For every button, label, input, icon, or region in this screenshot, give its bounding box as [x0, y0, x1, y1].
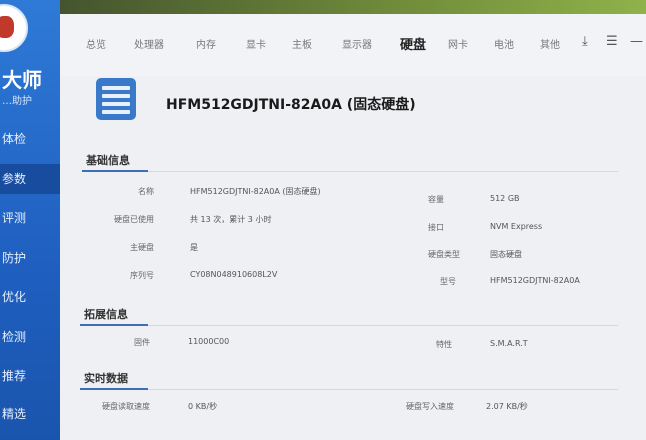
tab-other[interactable]: 其他	[540, 36, 560, 51]
capacity-value: 512 GB	[490, 194, 520, 203]
serial-label: 序列号	[130, 271, 154, 280]
section-extended-info: 拓展信息	[84, 308, 128, 321]
model-value: HFM512GDJTNI-82A0A	[490, 276, 580, 285]
feature-label: 特性	[436, 340, 452, 349]
serial-value: CY08N048910608L2V	[190, 270, 278, 279]
read-speed-label: 硬盘读取速度	[102, 402, 150, 411]
section-basic-info: 基础信息	[86, 154, 130, 167]
write-speed-value: 2.07 KB/秒	[486, 402, 528, 411]
hard-disk-icon	[96, 78, 136, 120]
model-label: 型号	[440, 277, 456, 286]
name-label: 名称	[138, 187, 154, 196]
tab-memory[interactable]: 内存	[196, 36, 216, 51]
tab-motherboard[interactable]: 主板	[292, 36, 312, 51]
menu-icon[interactable]: ☰	[606, 34, 618, 49]
sidebar-item-protect[interactable]: 防护	[0, 243, 60, 273]
section-underline	[82, 170, 148, 172]
read-speed-value: 0 KB/秒	[188, 402, 218, 411]
write-speed-label: 硬盘写入速度	[406, 402, 454, 411]
tab-cpu[interactable]: 处理器	[134, 36, 164, 51]
capacity-label: 容量	[428, 195, 444, 204]
desktop-background	[0, 0, 646, 14]
sidebar: 大师 …助护 体检 参数 评测 防护 优化 检测 推荐 精选	[0, 0, 60, 440]
section-realtime-data: 实时数据	[84, 372, 128, 385]
tab-network[interactable]: 网卡	[448, 36, 468, 51]
sidebar-item-featured[interactable]: 精选	[0, 399, 60, 429]
section-underline	[80, 388, 148, 390]
firmware-value: 11000C00	[188, 337, 230, 346]
sidebar-item-recommend[interactable]: 推荐	[0, 361, 60, 391]
device-title: HFM512GDJTNI-82A0A (固态硬盘)	[166, 97, 416, 113]
name-value: HFM512GDJTNI-82A0A (固态硬盘)	[190, 187, 321, 196]
sidebar-item-params[interactable]: 参数	[0, 164, 60, 194]
sidebar-item-detect[interactable]: 检测	[0, 322, 60, 352]
interface-label: 接口	[428, 223, 444, 232]
sidebar-item-checkup[interactable]: 体检	[0, 124, 60, 154]
used-label: 硬盘已使用	[114, 215, 154, 224]
sidebar-item-benchmark[interactable]: 评测	[0, 203, 60, 233]
app-brand-sub: …助护	[2, 96, 32, 107]
sidebar-item-optimize[interactable]: 优化	[0, 282, 60, 312]
download-icon[interactable]: ⤓	[582, 34, 588, 49]
divider	[148, 171, 618, 172]
divider	[148, 325, 618, 326]
interface-value: NVM Express	[490, 222, 543, 231]
app-window: 大师 …助护 体检 参数 评测 防护 优化 检测 推荐 精选 总览 处理器 内存…	[0, 0, 646, 440]
tab-disk[interactable]: 硬盘	[400, 34, 426, 53]
firmware-label: 固件	[134, 338, 150, 347]
tab-overview[interactable]: 总览	[86, 36, 106, 51]
app-brand: 大师	[2, 68, 42, 92]
app-logo-icon	[0, 4, 28, 52]
top-tab-bar: 总览 处理器 内存 显卡 主板 显示器 硬盘 网卡 电池 其他 ⤓ ☰ —	[60, 14, 646, 76]
tab-monitor[interactable]: 显示器	[342, 36, 372, 51]
tab-gpu[interactable]: 显卡	[246, 36, 266, 51]
disk-type-value: 固态硬盘	[490, 250, 522, 259]
tab-battery[interactable]: 电池	[494, 36, 514, 51]
disk-type-label: 硬盘类型	[428, 250, 460, 259]
section-underline	[80, 324, 148, 326]
divider	[148, 389, 618, 390]
minimize-icon[interactable]: —	[630, 34, 643, 49]
feature-value: S.M.A.R.T	[490, 339, 528, 348]
primary-disk-value: 是	[190, 243, 198, 252]
primary-disk-label: 主硬盘	[130, 243, 154, 252]
used-value: 共 13 次，累计 3 小时	[190, 215, 272, 224]
